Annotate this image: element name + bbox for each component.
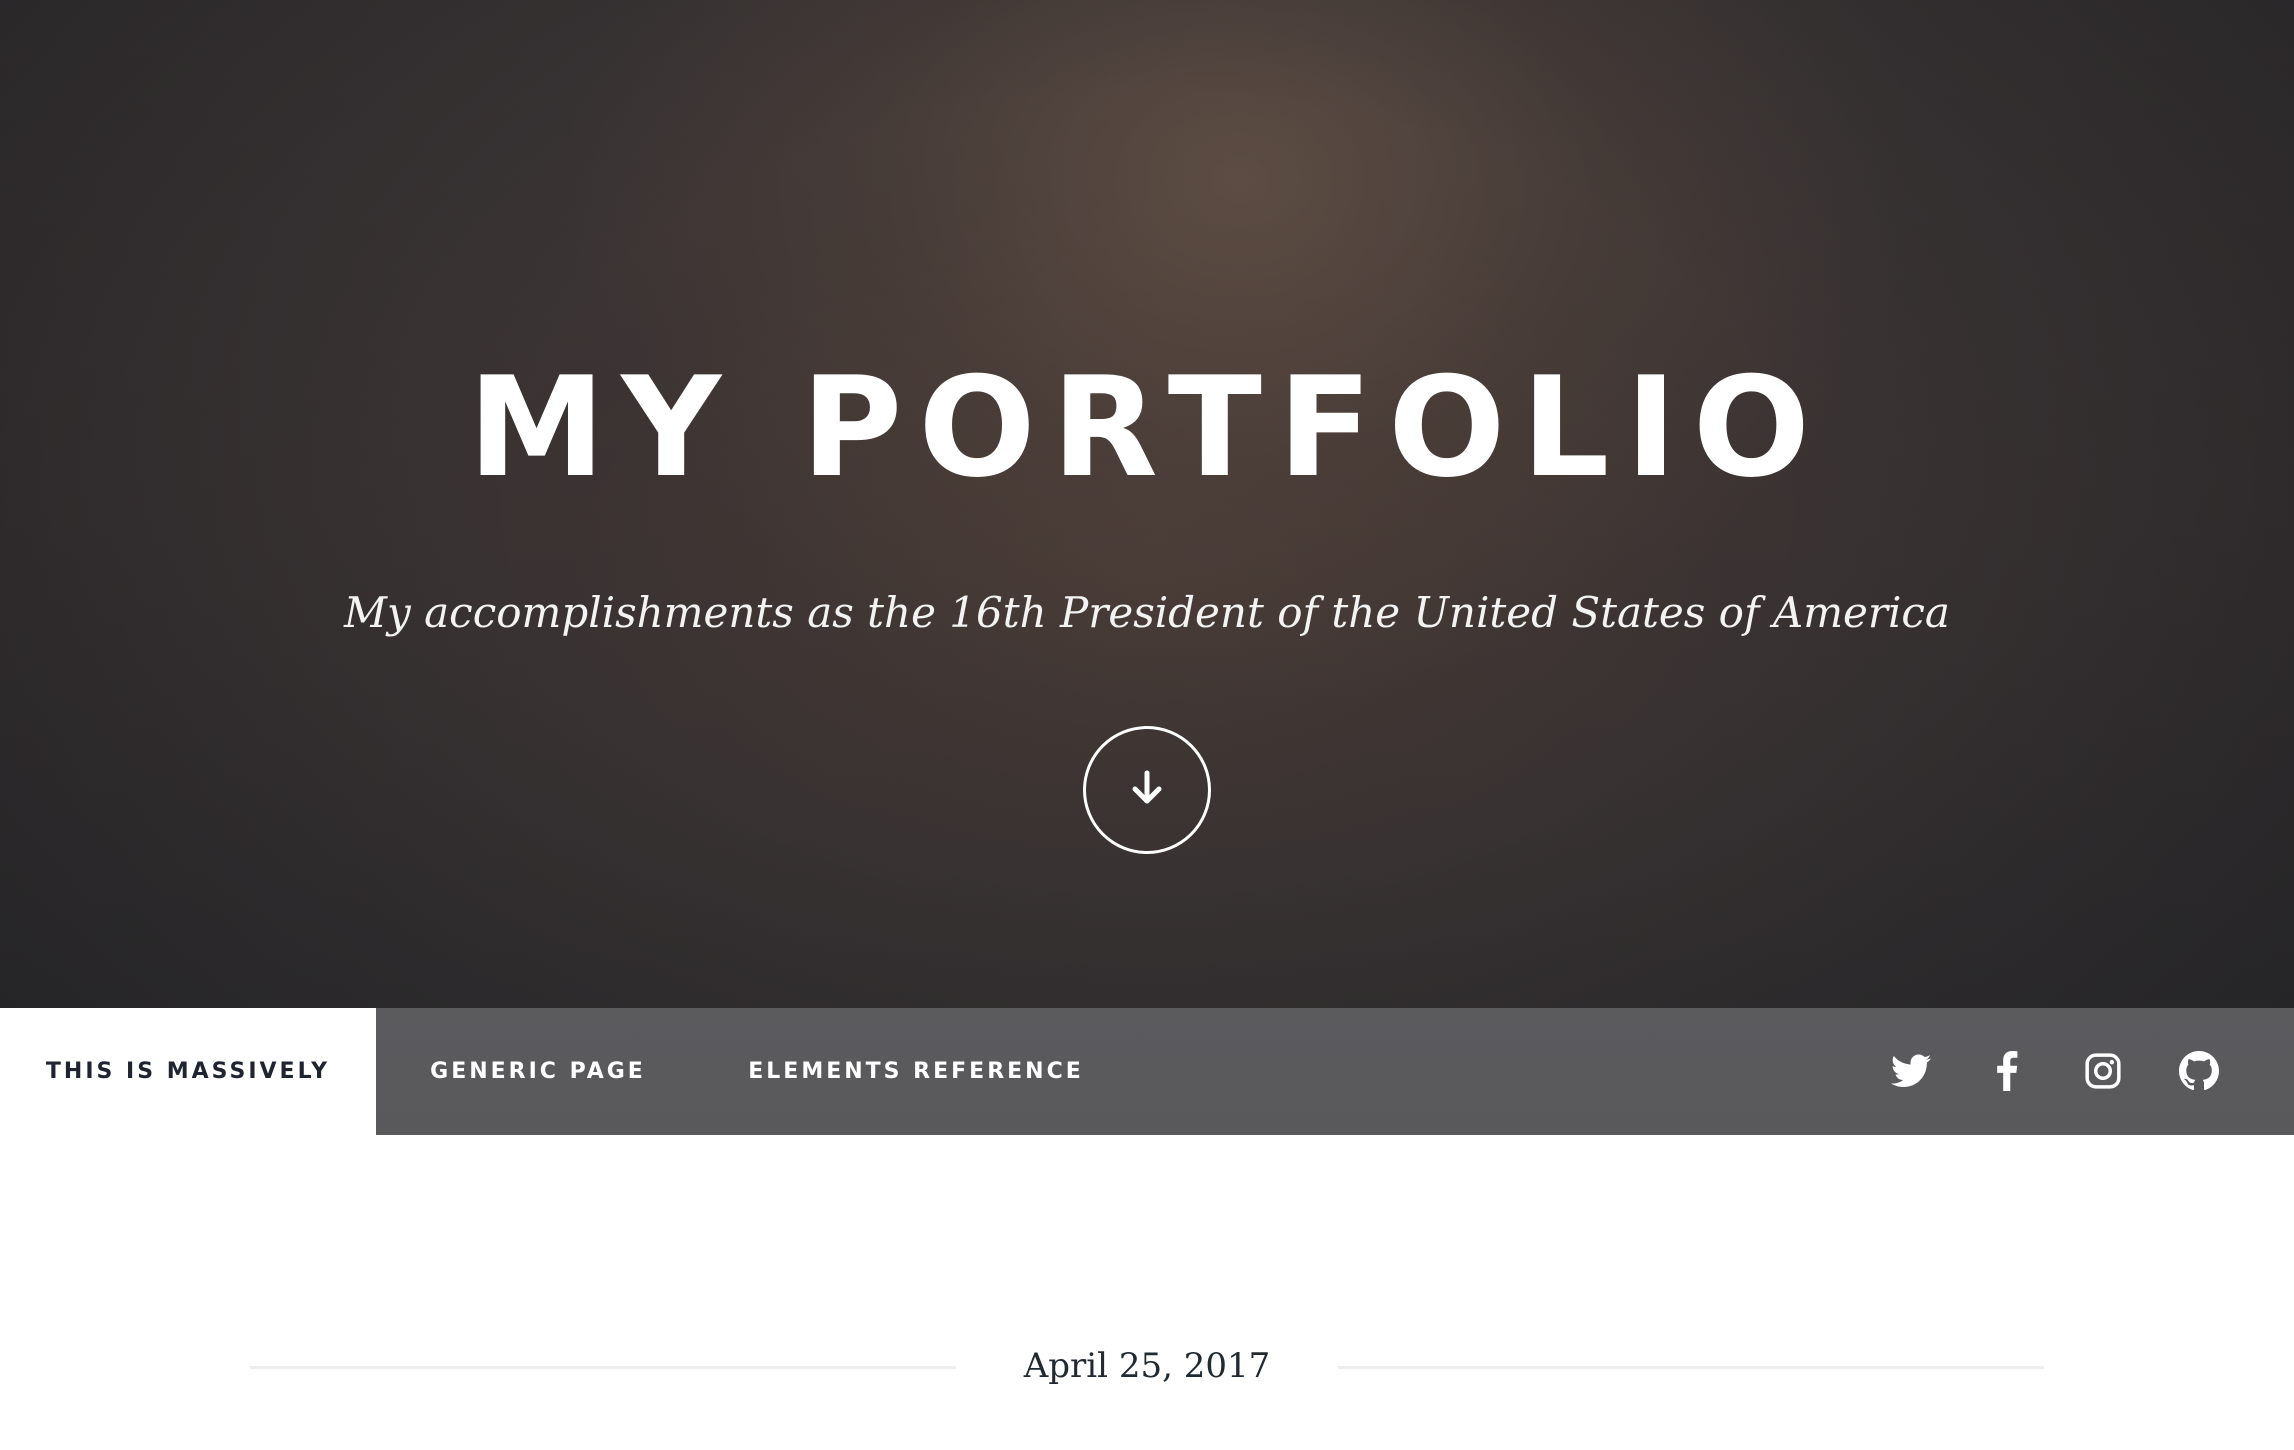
twitter-link[interactable]	[1882, 1042, 1940, 1100]
nav-item-generic-page[interactable]: Generic Page	[400, 1008, 676, 1135]
date-divider-left	[250, 1366, 956, 1369]
date-divider-right	[1338, 1366, 2044, 1369]
instagram-link[interactable]	[2074, 1042, 2132, 1100]
nav-item-this-is-massively[interactable]: This is Massively	[0, 1008, 376, 1135]
post-date-row: April 25, 2017	[250, 1336, 2044, 1396]
facebook-icon	[1995, 1051, 2019, 1091]
hero-banner: MY PORTFOLIO My accomplishments as the 1…	[0, 0, 2294, 1008]
instagram-icon	[2084, 1052, 2122, 1090]
post-date: April 25, 2017	[1023, 1346, 1271, 1386]
site-subtitle: My accomplishments as the 16th President…	[344, 588, 1950, 637]
twitter-icon	[1891, 1054, 1931, 1088]
site-title: MY PORTFOLIO	[467, 347, 1827, 508]
github-link[interactable]	[2170, 1042, 2228, 1100]
nav-item-elements-reference[interactable]: Elements Reference	[700, 1008, 1132, 1135]
arrow-down-icon	[1127, 768, 1167, 813]
main-nav: This is Massively Generic Page Elements …	[0, 1008, 2294, 1135]
facebook-link[interactable]	[1978, 1042, 2036, 1100]
github-icon	[2179, 1051, 2219, 1091]
scroll-down-button[interactable]	[1083, 726, 1211, 854]
